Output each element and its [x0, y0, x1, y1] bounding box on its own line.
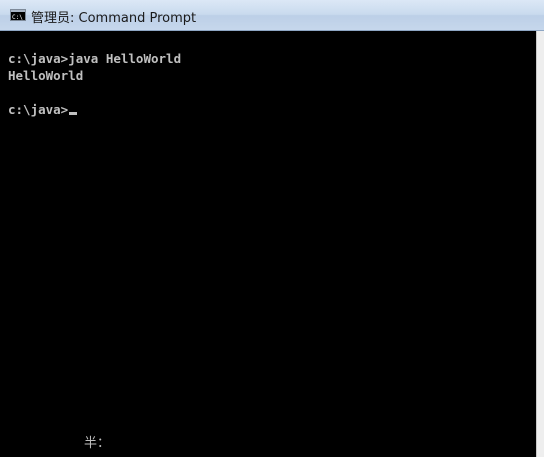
vertical-scrollbar[interactable]: [536, 31, 544, 457]
svg-text:C:\: C:\: [12, 14, 23, 20]
window-title: 管理员: Command Prompt: [31, 11, 197, 26]
console-prompt: c:\java>: [8, 102, 69, 117]
console-prompt-line[interactable]: c:\java>: [8, 101, 78, 118]
console-line: c:\java>java HelloWorld: [8, 51, 182, 66]
command-prompt-window: C:\ 管理员: Command Prompt c:\java>java Hel…: [0, 0, 544, 457]
console-line: HelloWorld: [8, 68, 84, 83]
console-output[interactable]: c:\java>java HelloWorld HelloWorld c:\ja…: [0, 31, 536, 457]
title-bar[interactable]: C:\ 管理员: Command Prompt: [0, 0, 544, 31]
cmd-icon[interactable]: C:\: [10, 9, 26, 21]
ime-status-indicator: 半：: [84, 436, 111, 451]
text-cursor: [69, 112, 78, 115]
